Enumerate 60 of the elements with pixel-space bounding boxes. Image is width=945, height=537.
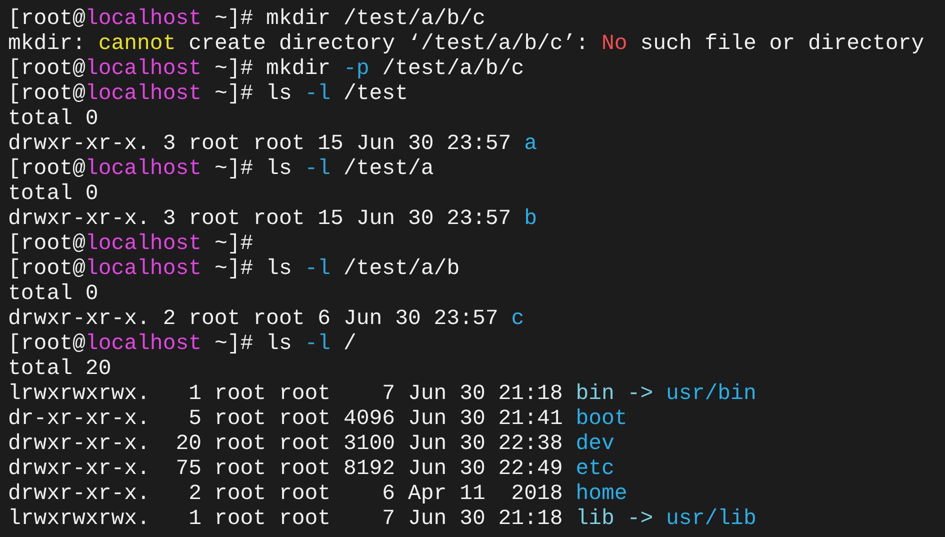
terminal-text: /test/a/b — [342, 257, 460, 281]
error-text: No — [602, 32, 628, 56]
symlink-name: bin -> — [576, 382, 654, 406]
directory-name: dev — [576, 432, 614, 456]
terminal-text: /test/a — [342, 157, 434, 181]
terminal-text: /test/a/b/c — [381, 57, 524, 81]
terminal-text: drwxr-xr-x. 3 root root 15 Jun 30 23:57 — [8, 207, 512, 231]
terminal-text: [root@ — [8, 232, 86, 256]
terminal-text: ~]# ls — [213, 332, 293, 356]
terminal-text: /test — [342, 82, 408, 106]
hostname-text: localhost — [85, 332, 202, 356]
directory-name: usr/lib — [666, 507, 756, 531]
terminal-text: drwxr-xr-x. 20 root root 3100 Jun 30 22:38 — [8, 432, 564, 456]
option-text: -l — [304, 157, 331, 181]
terminal-text: total 20 — [8, 357, 112, 381]
terminal-text: drwxr-xr-x. 2 root root 6 Apr 11 2018 — [8, 482, 564, 506]
terminal-text: create directory ‘/test/a/b/c’: — [188, 32, 590, 56]
directory-name: b — [524, 207, 537, 231]
terminal-text: [root@ — [8, 157, 86, 181]
hostname-text: localhost — [85, 257, 202, 281]
directory-name: home — [576, 482, 628, 506]
terminal-text: ~]# ls — [213, 157, 293, 181]
terminal-text: dr-xr-xr-x. 5 root root 4096 Jun 30 21:41 — [8, 407, 564, 431]
terminal-text: drwxr-xr-x. 75 root root 8192 Jun 30 22:49 — [8, 457, 564, 481]
directory-name: a — [524, 132, 537, 156]
terminal-text: total 0 — [8, 282, 98, 306]
directory-name: usr/bin — [666, 382, 756, 406]
option-text: -l — [304, 332, 331, 356]
hostname-text: localhost — [85, 7, 202, 31]
terminal-text: [root@ — [8, 257, 86, 281]
hostname-text: localhost — [85, 82, 202, 106]
terminal-text: ~]# — [213, 232, 254, 256]
terminal-text: total 0 — [8, 107, 98, 131]
terminal-text: ~]# mkdir /test/a/b/c — [213, 7, 486, 31]
terminal-text: [root@ — [8, 332, 86, 356]
directory-name: c — [511, 307, 524, 331]
hostname-text: localhost — [85, 57, 202, 81]
terminal-text: such file or directory — [639, 32, 924, 56]
terminal-text: ~]# mkdir — [213, 57, 332, 81]
terminal-text: lrwxrwxrwx. 1 root root 7 Jun 30 21:18 — [8, 382, 564, 406]
hostname-text: localhost — [85, 232, 202, 256]
terminal-text: [root@ — [8, 82, 86, 106]
directory-name: etc — [576, 457, 614, 481]
terminal-text: drwxr-xr-x. 3 root root 15 Jun 30 23:57 — [8, 132, 512, 156]
terminal-text: total 0 — [8, 182, 98, 206]
hostname-text: localhost — [85, 157, 202, 181]
terminal-text: drwxr-xr-x. 2 root root 6 Jun 30 23:57 — [8, 307, 500, 331]
terminal-text: ~]# ls — [213, 82, 293, 106]
directory-name: boot — [576, 407, 628, 431]
terminal-text: / — [342, 332, 356, 356]
terminal-text: ~]# ls — [213, 257, 293, 281]
warning-text: cannot — [98, 32, 176, 56]
symlink-name: lib -> — [576, 507, 654, 531]
option-text: -l — [304, 82, 331, 106]
option-text: -l — [304, 257, 331, 281]
terminal-text: [root@ — [8, 7, 86, 31]
terminal-text: lrwxrwxrwx. 1 root root 7 Jun 30 21:18 — [8, 507, 564, 531]
terminal-text: [root@ — [8, 57, 86, 81]
option-text: -p — [343, 57, 370, 81]
terminal-text: mkdir: — [8, 32, 86, 56]
